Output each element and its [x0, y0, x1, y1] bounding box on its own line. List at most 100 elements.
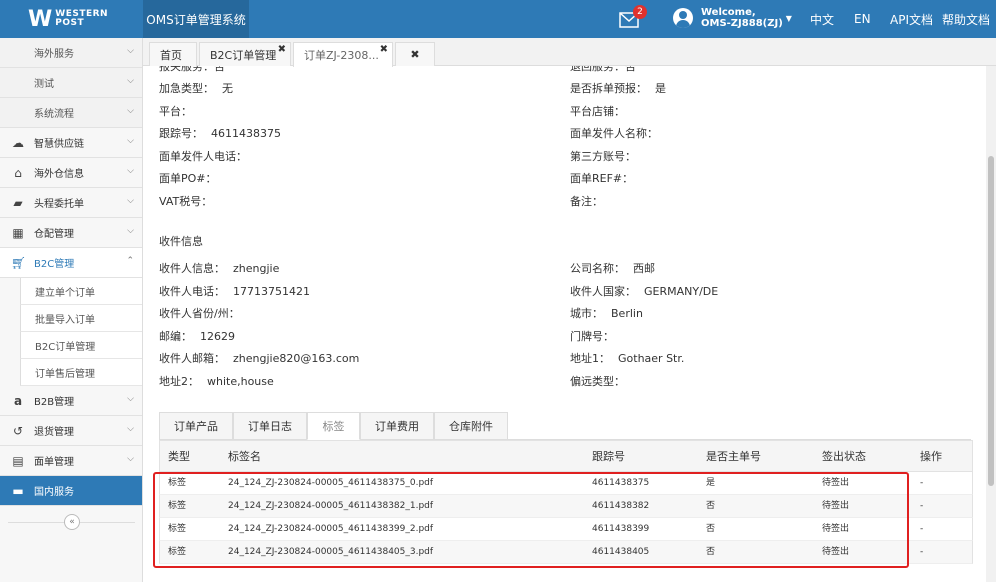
chevron-down-icon: ⌵: [127, 454, 134, 464]
receiver-province-field: 收件人省份/州：: [159, 307, 240, 320]
label-po-field: 面单PO#：: [159, 172, 217, 185]
sidebar-item-label: 仓配管理: [34, 229, 74, 240]
zip-code-field: 邮编： 12629: [159, 330, 235, 343]
table-row[interactable]: 标签 24_124_ZJ-230824-00005_4611438375_0.p…: [159, 472, 973, 495]
table-row[interactable]: 标签 24_124_ZJ-230824-00005_4611438405_3.p…: [159, 541, 973, 564]
chevron-down-icon: ⌵: [127, 136, 134, 146]
tab-label: 订单ZJ-2308...: [304, 49, 379, 62]
remark-field: 备注：: [570, 195, 603, 208]
sidebar-subitem-after-sales[interactable]: 订单售后管理: [20, 359, 142, 386]
sidebar-item-b2b[interactable]: a B2B管理 ⌵: [0, 386, 142, 416]
sidebar-item-label: 海外仓信息: [34, 169, 84, 180]
customs-service-field: 报关服务：否: [159, 66, 225, 73]
briefcase-icon: ▰: [13, 196, 23, 210]
logo-mark-icon: W: [28, 6, 52, 32]
remote-type-field: 偏远类型：: [570, 375, 625, 388]
detail-tab-bar: 订单产品 订单日志 标签 订单费用 仓库附件: [159, 412, 971, 440]
receiver-name-field: 收件人信息： zhengjie: [159, 262, 280, 275]
lang-en-link[interactable]: EN: [854, 0, 871, 38]
chevron-down-icon: ⌵: [127, 166, 134, 176]
receiver-country-field: 收件人国家： GERMANY/DE: [570, 285, 719, 298]
return-service-field: 退回服务：否: [570, 66, 636, 73]
sidebar-item-smart-supply-chain[interactable]: ☁ 智慧供应链 ⌵: [0, 128, 142, 158]
col-label-name: 标签名: [228, 450, 261, 463]
tab-order-products[interactable]: 订单产品: [159, 412, 233, 440]
collapse-sidebar-button[interactable]: «: [64, 514, 80, 530]
scrollbar-thumb[interactable]: [988, 156, 994, 486]
address1-field: 地址1： Gothaer Str.: [570, 352, 685, 365]
mail-button[interactable]: 2: [619, 5, 647, 29]
sidebar-item-test[interactable]: 测试 ⌵: [0, 68, 142, 98]
top-bar: W WESTERN POST OMS订单管理系统 2 Welcome, OMS-…: [0, 0, 996, 38]
sidebar-subitem-create-order[interactable]: 建立单个订单: [20, 278, 142, 305]
sidebar-item-label: 面单管理: [34, 457, 74, 468]
close-icon[interactable]: ✖: [278, 44, 286, 55]
close-all-tabs-button[interactable]: ✖: [395, 42, 435, 66]
sidebar-subitem-b2c-orders[interactable]: B2C订单管理: [20, 332, 142, 359]
close-icon[interactable]: ✖: [380, 44, 388, 55]
user-menu[interactable]: Welcome, OMS-ZJ888(ZJ) ▼: [673, 7, 792, 29]
close-icon: ✖: [410, 48, 420, 61]
sidebar-item-label: 智慧供应链: [34, 139, 84, 150]
chevron-down-icon: ⌵: [127, 46, 134, 56]
receiver-section-title: 收件信息: [159, 235, 203, 248]
sidebar-subitem-batch-import[interactable]: 批量导入订单: [20, 305, 142, 332]
order-detail-content: 报关服务：否 退回服务：否 加急类型：无 是否拆单预报：是 平台： 平台店铺： …: [143, 66, 986, 582]
user-name: OMS-ZJ888(ZJ): [701, 18, 783, 29]
caret-down-icon: ▼: [785, 13, 792, 23]
col-actions: 操作: [920, 450, 942, 463]
help-docs-link[interactable]: 帮助文档: [942, 0, 990, 38]
tab-warehouse-attachments[interactable]: 仓库附件: [434, 412, 508, 440]
sidebar-item-domestic-service[interactable]: ▬ 国内服务: [0, 476, 142, 506]
sidebar-item-system-flow[interactable]: 系统流程 ⌵: [0, 98, 142, 128]
company-name-field: 公司名称： 西邮: [570, 262, 655, 275]
sidebar-item-b2c[interactable]: 🛒︎ B2C管理 ⌃: [0, 248, 142, 278]
cart-icon: 🛒︎: [11, 256, 27, 270]
tab-b2c-orders[interactable]: B2C订单管理 ✖: [199, 42, 291, 66]
sidebar-item-label: 海外服务: [34, 49, 74, 60]
sidebar-item-warehouse-management[interactable]: ▦ 仓配管理 ⌵: [0, 218, 142, 248]
chevron-down-icon: ⌵: [127, 76, 134, 86]
sidebar-item-label: 系统流程: [34, 109, 74, 120]
content-scrollbar[interactable]: [986, 66, 996, 582]
avatar: [673, 8, 693, 28]
sidebar-item-overseas-service[interactable]: 海外服务 ⌵: [0, 38, 142, 68]
table-row[interactable]: 标签 24_124_ZJ-230824-00005_4611438399_2.p…: [159, 518, 973, 541]
tab-order-detail[interactable]: 订单ZJ-2308... ✖: [293, 42, 393, 67]
address2-field: 地址2： white,house: [159, 375, 274, 388]
col-checkout-status: 签出状态: [822, 450, 866, 463]
file-icon: ▤: [12, 454, 24, 468]
third-party-account-field: 第三方账号：: [570, 150, 636, 163]
sidebar-item-label: 头程委托单: [34, 199, 84, 210]
logo[interactable]: W WESTERN POST: [0, 0, 143, 38]
sender-name-field: 面单发件人名称：: [570, 127, 658, 140]
lang-zh-link[interactable]: 中文: [810, 0, 834, 38]
col-is-main: 是否主单号: [706, 450, 761, 463]
sidebar-item-first-leg[interactable]: ▰ 头程委托单 ⌵: [0, 188, 142, 218]
table-row[interactable]: 标签 24_124_ZJ-230824-00005_4611438382_1.p…: [159, 495, 973, 518]
sidebar-item-returns[interactable]: ↺ 退货管理 ⌵: [0, 416, 142, 446]
sidebar-item-label: 退货管理: [34, 427, 74, 438]
grid-icon: ▦: [12, 226, 24, 240]
tab-order-log[interactable]: 订单日志: [233, 412, 307, 440]
door-number-field: 门牌号：: [570, 330, 614, 343]
sidebar-item-label: B2B管理: [34, 397, 75, 408]
logo-text-line2: POST: [55, 18, 85, 28]
urgent-type-field: 加急类型：无: [159, 82, 233, 95]
tab-order-fees[interactable]: 订单费用: [360, 412, 434, 440]
labels-table: 类型 标签名 跟踪号 是否主单号 签出状态 操作 标签 24_124_ZJ-23…: [159, 440, 973, 564]
chevron-up-icon: ⌃: [126, 256, 134, 266]
api-docs-link[interactable]: API文档: [890, 0, 933, 38]
platform-field: 平台：: [159, 105, 192, 118]
sidebar-item-label: 测试: [34, 79, 54, 90]
tab-home[interactable]: 首页: [149, 42, 197, 66]
sidebar-item-labels[interactable]: ▤ 面单管理 ⌵: [0, 446, 142, 476]
sidebar-item-label: 国内服务: [34, 487, 74, 498]
tab-labels[interactable]: 标签: [307, 412, 360, 440]
col-tracking: 跟踪号: [592, 450, 625, 463]
table-header: 类型 标签名 跟踪号 是否主单号 签出状态 操作: [159, 440, 973, 472]
platform-store-field: 平台店铺：: [570, 105, 625, 118]
sidebar-item-overseas-warehouse[interactable]: ⌂ 海外仓信息 ⌵: [0, 158, 142, 188]
mail-count-badge: 2: [633, 5, 647, 19]
system-name[interactable]: OMS订单管理系统: [143, 0, 249, 38]
